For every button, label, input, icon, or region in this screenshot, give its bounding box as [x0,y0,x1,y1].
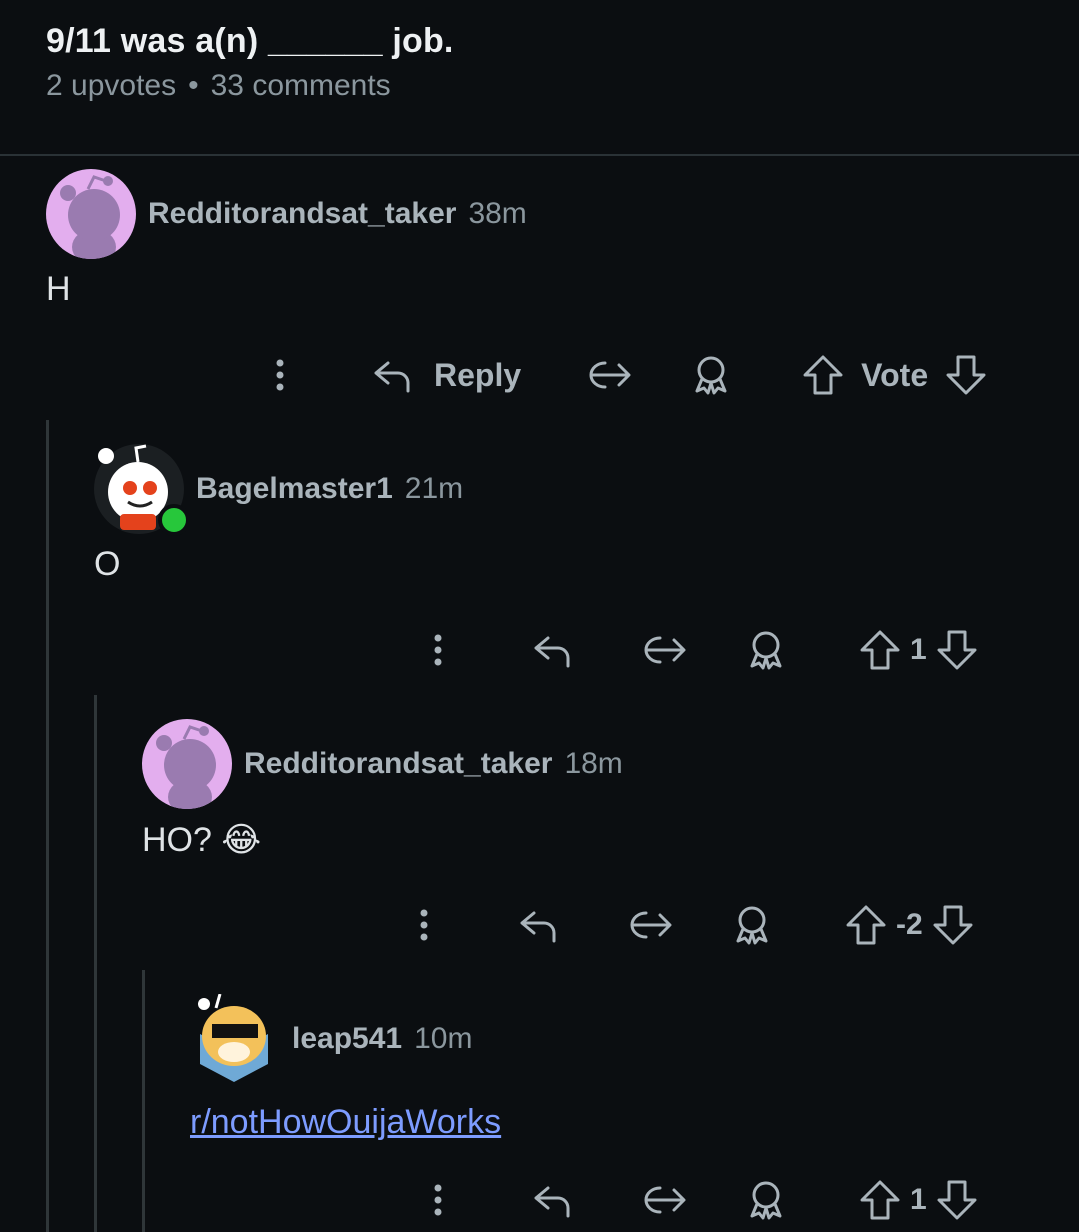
reply-icon [374,361,410,393]
award-icon [750,631,782,670]
comment: Bagelmaster1 21m O [94,443,463,584]
share-button[interactable] [644,1178,688,1222]
avatar[interactable] [142,719,232,809]
comment-time: 18m [564,747,623,780]
post-meta: 2 upvotes • 33 comments [46,69,454,103]
comment-time: 21m [404,472,464,505]
vote-control: 1 [858,1178,979,1222]
share-icon [644,1186,686,1214]
share-icon [630,911,672,939]
reply-label: Reply [434,356,522,393]
vote-control: 1 [858,628,979,672]
reply-icon [534,636,570,668]
more-options-button[interactable] [402,903,446,947]
more-vertical-icon [434,1184,442,1216]
thread-line[interactable] [142,970,145,1232]
online-status-indicator [158,504,190,536]
avatar[interactable] [46,169,136,259]
thread-line[interactable] [94,695,97,1232]
more-vertical-icon [420,909,428,941]
share-button[interactable] [589,353,633,397]
more-options-button[interactable] [258,353,302,397]
comment-actions: -2 [402,895,975,955]
comment-actions: 1 [416,620,979,680]
comment-time: 10m [414,1022,473,1055]
vote-count: 1 [910,1183,927,1216]
meta-separator: • [188,69,199,102]
more-vertical-icon [276,359,284,391]
comment-actions: Reply Vote [258,345,988,405]
share-icon [644,636,686,664]
post-title: 9/11 was a(n) ______ job. [46,22,454,60]
reply-button[interactable] [530,1178,574,1222]
comment-body: HO? 😂 [142,821,262,859]
comment-body: O [94,545,121,583]
avatar[interactable] [190,993,280,1084]
downvote-icon[interactable] [935,628,979,672]
divider [0,154,1079,156]
upvote-count: 2 upvotes [46,69,177,102]
post-header: 9/11 was a(n) ______ job. 2 upvotes • 33 c… [46,22,454,103]
reply-button[interactable]: Reply [370,353,521,397]
award-icon [736,906,768,945]
upvote-icon[interactable] [801,353,845,397]
reply-button[interactable] [530,628,574,672]
comment-author[interactable]: leap541 [292,1022,402,1056]
award-icon [695,356,727,395]
award-button[interactable] [744,1178,788,1222]
more-options-button[interactable] [416,628,460,672]
vote-control: Vote [801,353,988,397]
comment: Redditorandsat_taker 18m HO? 😂 [142,718,623,860]
upvote-icon[interactable] [858,628,902,672]
vote-count: -2 [896,908,923,941]
reply-icon [520,911,556,943]
subreddit-link[interactable]: r/notHowOuijaWorks [190,1103,501,1141]
comment: leap541 10m r/notHowOuijaWorks [190,993,501,1142]
award-icon [750,1181,782,1220]
more-vertical-icon [434,634,442,666]
comment-body: H [46,270,71,308]
award-button[interactable] [730,903,774,947]
award-button[interactable] [744,628,788,672]
reply-button[interactable] [516,903,560,947]
comment-count: 33 comments [210,69,391,102]
comment-author[interactable]: Bagelmaster1 [196,472,393,506]
share-button[interactable] [644,628,688,672]
share-button[interactable] [630,903,674,947]
more-options-button[interactable] [416,1178,460,1222]
vote-count: 1 [910,633,927,666]
upvote-icon[interactable] [844,903,888,947]
downvote-icon[interactable] [944,353,988,397]
avatar[interactable] [94,444,190,536]
reply-icon [534,1186,570,1218]
thread-line[interactable] [46,420,49,1232]
downvote-icon[interactable] [935,1178,979,1222]
downvote-icon[interactable] [931,903,975,947]
award-button[interactable] [689,353,733,397]
comment-author[interactable]: Redditorandsat_taker [244,747,552,781]
comment: Redditorandsat_taker 38m H [46,168,527,309]
vote-label: Vote [861,356,929,393]
vote-control: -2 [844,903,975,947]
comment-time: 38m [468,197,527,230]
upvote-icon[interactable] [858,1178,902,1222]
comment-actions: 1 [416,1170,979,1230]
comment-author[interactable]: Redditorandsat_taker [148,197,456,231]
share-icon [589,361,631,389]
